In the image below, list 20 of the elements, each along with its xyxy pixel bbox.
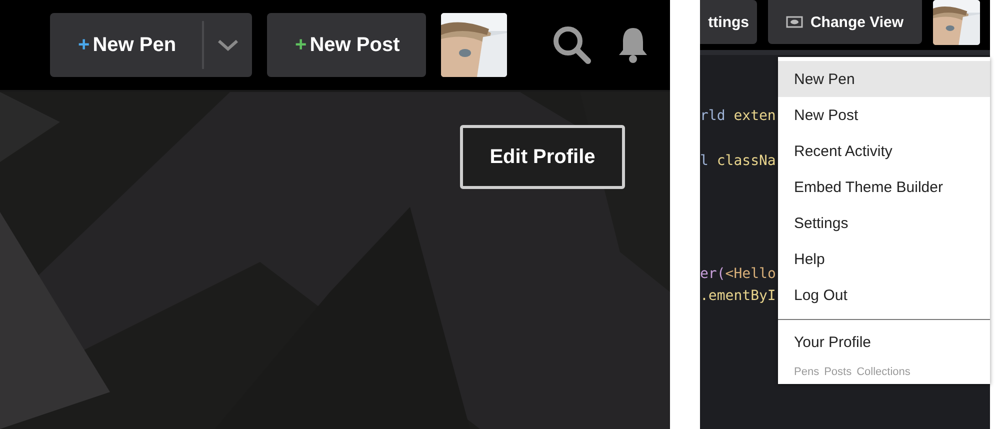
caret-icon bbox=[217, 39, 240, 51]
menu-item[interactable]: Embed Theme Builder bbox=[778, 169, 990, 205]
menu-item[interactable]: Your Profile bbox=[778, 324, 990, 360]
search-icon[interactable] bbox=[552, 25, 592, 65]
code-line: .ementByI bbox=[700, 287, 776, 306]
menu-item[interactable]: Help bbox=[778, 241, 990, 277]
menu-item[interactable]: New Pen bbox=[778, 61, 990, 97]
code-line: l classNa bbox=[700, 152, 776, 172]
bell-icon[interactable] bbox=[616, 26, 649, 64]
edit-profile-button[interactable]: Edit Profile bbox=[460, 125, 625, 189]
settings-button[interactable]: ttings bbox=[700, 0, 757, 44]
new-post-button[interactable]: +New Post bbox=[267, 13, 426, 77]
menu-item[interactable]: Settings bbox=[778, 205, 990, 241]
menu-item[interactable]: New Post bbox=[778, 97, 990, 133]
change-view-button[interactable]: Change View bbox=[768, 0, 922, 44]
menu-item[interactable]: Recent Activity bbox=[778, 133, 990, 169]
new-pen-button[interactable]: +New Pen bbox=[50, 13, 252, 77]
menu-item[interactable]: Log Out bbox=[778, 277, 990, 313]
code-line: er(<Hello bbox=[700, 264, 776, 284]
code-line: rld exten bbox=[700, 107, 776, 126]
